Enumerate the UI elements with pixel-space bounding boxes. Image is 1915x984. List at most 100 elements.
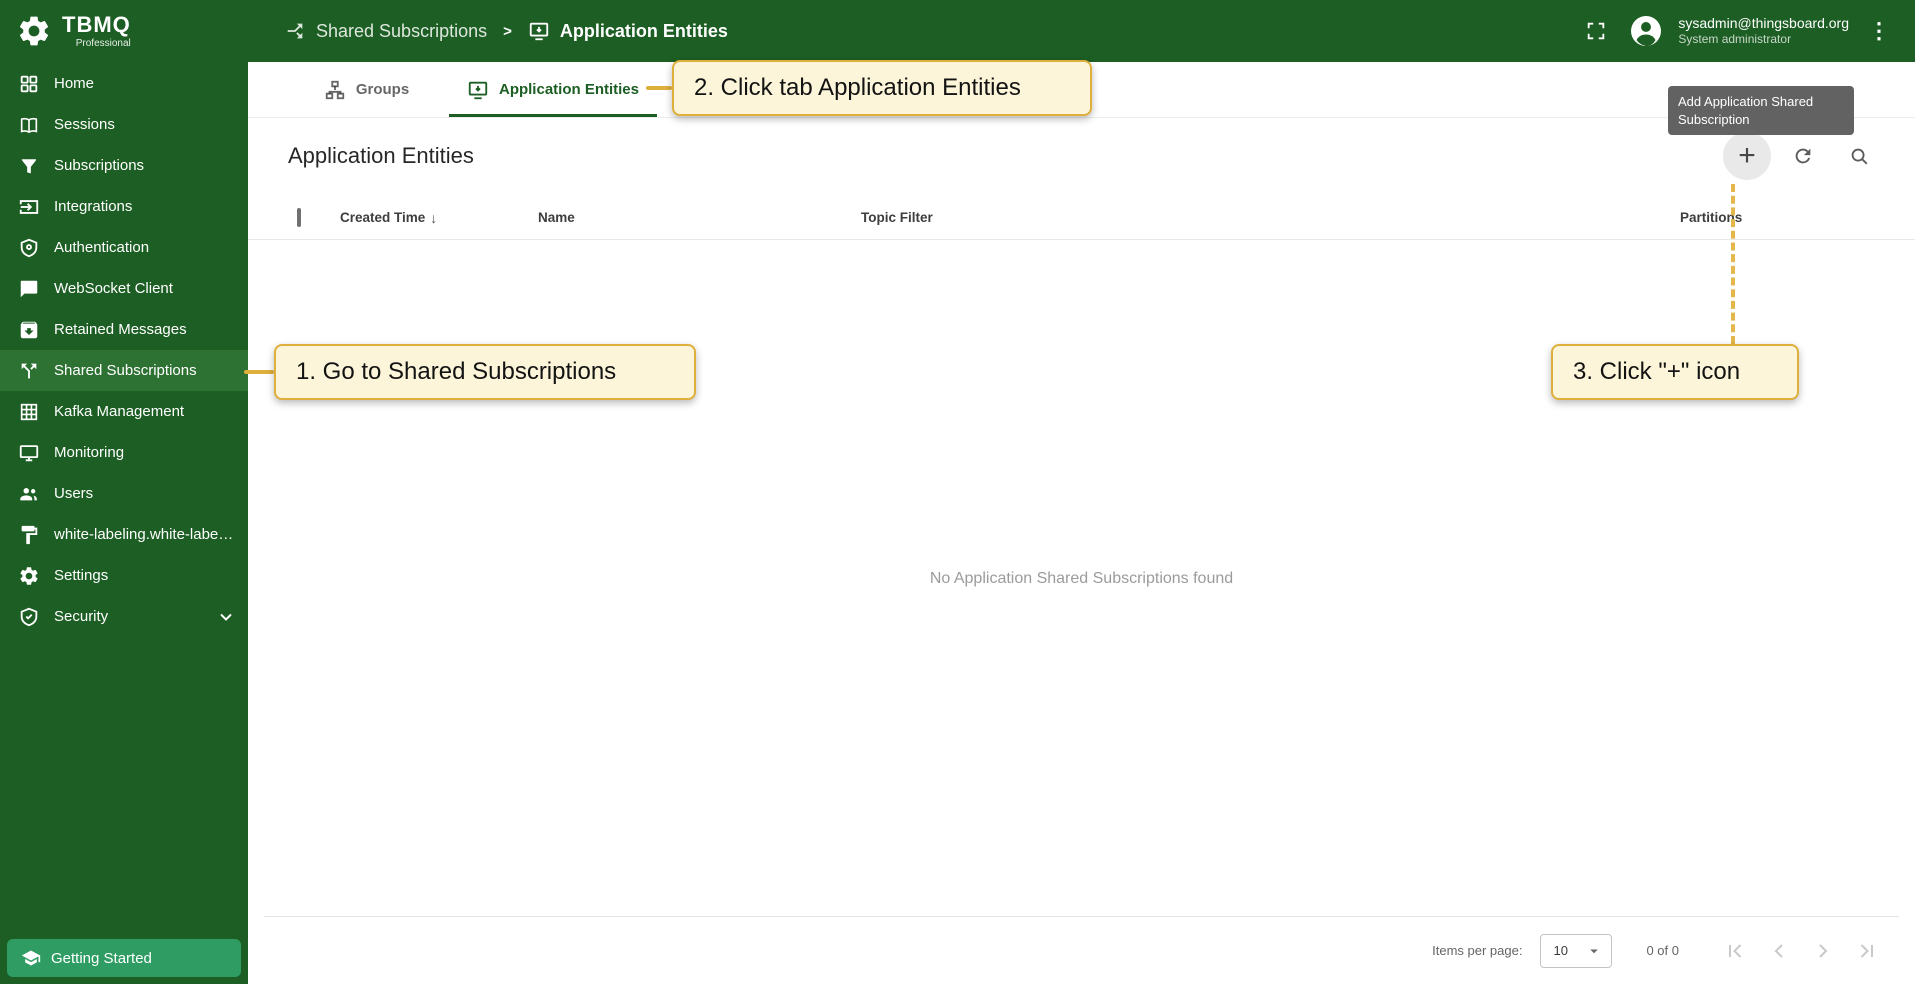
paginator-range: 0 of 0 [1646,943,1679,958]
last-page-icon[interactable] [1845,929,1889,973]
logo-subtitle: Professional [62,38,131,49]
page-title: Application Entities [288,143,474,169]
tab-application-entities[interactable]: Application Entities [449,62,657,117]
sidebar-item-label: Security [54,608,108,625]
sidebar-item-label: WebSocket Client [54,280,173,297]
sidebar-item-label: Kafka Management [54,403,184,420]
sidebar-item-security[interactable]: Security [0,596,248,637]
groups-tree-icon [324,79,346,101]
user-email: sysadmin@thingsboard.org [1678,14,1849,32]
column-partitions[interactable]: Partitions [1680,210,1915,225]
select-all-checkbox[interactable] [297,208,301,227]
breadcrumb-parent-label: Shared Subscriptions [316,21,487,42]
chevron-down-icon [1585,942,1603,960]
sidebar-item-label: Settings [54,567,108,584]
user-role: System administrator [1678,32,1849,48]
empty-table-message: No Application Shared Subscriptions foun… [248,570,1915,588]
sidebar-item-subscriptions[interactable]: Subscriptions [0,145,248,186]
settings-gear-icon [18,565,40,587]
sidebar-item-label: Shared Subscriptions [54,362,197,379]
sidebar-item-label: Subscriptions [54,157,144,174]
previous-page-icon[interactable] [1757,929,1801,973]
more-vert-icon[interactable]: ⋮ [1867,18,1891,44]
authentication-shield-icon [18,237,40,259]
subscriptions-filter-icon [18,155,40,177]
plus-icon: + [1738,141,1756,171]
header-actions: sysadmin@thingsboard.org System administ… [1578,13,1891,49]
home-icon [18,73,40,95]
tab-groups[interactable]: Groups [284,62,449,117]
users-icon [18,483,40,505]
page-size-value: 10 [1553,943,1567,958]
fullscreen-icon[interactable] [1578,13,1614,49]
breadcrumb-parent[interactable]: Shared Subscriptions [284,20,487,42]
table-paginator: Items per page: 10 0 of 0 [264,916,1899,984]
sidebar-item-websocket-client[interactable]: WebSocket Client [0,268,248,309]
annotation-connector-step3 [1731,184,1735,344]
annotation-step3: 3. Click "+" icon [1551,344,1799,400]
chevron-down-icon [216,607,236,627]
select-all-cell [297,210,340,225]
next-page-icon[interactable] [1801,929,1845,973]
breadcrumb: Shared Subscriptions > Application Entit… [284,20,728,42]
add-entity-button[interactable]: + [1723,132,1771,180]
sidebar-item-authentication[interactable]: Authentication [0,227,248,268]
sidebar-item-retained-messages[interactable]: Retained Messages [0,309,248,350]
search-icon [1848,145,1870,167]
tab-application-entities-label: Application Entities [499,81,639,98]
column-name[interactable]: Name [538,210,861,225]
logo-title: TBMQ [62,14,131,36]
sidebar-item-settings[interactable]: Settings [0,555,248,596]
paginator-buttons [1713,929,1889,973]
sidebar-item-label: Integrations [54,198,132,215]
getting-started-label: Getting Started [51,950,152,967]
first-page-icon[interactable] [1713,929,1757,973]
sidebar-item-kafka-management[interactable]: Kafka Management [0,391,248,432]
add-button-tooltip: Add Application Shared Subscription [1668,86,1854,135]
integrations-icon [18,196,40,218]
breadcrumb-separator: > [503,23,512,40]
app-logo[interactable]: TBMQ Professional [0,0,248,62]
table-actions: + [1723,132,1883,180]
sidebar-item-users[interactable]: Users [0,473,248,514]
security-shield-icon [18,606,40,628]
items-per-page-label: Items per page: [1432,943,1522,958]
sessions-icon [18,114,40,136]
annotation-step1: 1. Go to Shared Subscriptions [274,344,696,400]
sidebar-item-monitoring[interactable]: Monitoring [0,432,248,473]
page-size-select[interactable]: 10 [1540,934,1612,968]
sidebar-item-label: Retained Messages [54,321,187,338]
websocket-chat-icon [18,278,40,300]
sidebar-item-sessions[interactable]: Sessions [0,104,248,145]
getting-started-button[interactable]: Getting Started [7,939,241,977]
breadcrumb-current: Application Entities [528,20,728,42]
retained-messages-archive-icon [18,319,40,341]
sidebar-item-label: Users [54,485,93,502]
white-labeling-paint-icon [18,524,40,546]
user-info: sysadmin@thingsboard.org System administ… [1678,14,1849,48]
application-entities-icon [467,79,489,101]
table-header-row: Created Time ↓ Name Topic Filter Partiti… [248,196,1915,240]
sidebar-item-label: Authentication [54,239,149,256]
top-header: Shared Subscriptions > Application Entit… [248,0,1915,62]
annotation-step2: 2. Click tab Application Entities [672,60,1092,116]
shared-subscriptions-split-icon [284,20,306,42]
annotation-connector-step2 [646,86,672,90]
tbmq-logo-icon [16,13,52,49]
shared-subscriptions-split-icon [18,360,40,382]
content-title-row: Application Entities + [248,118,1915,194]
sidebar-item-shared-subscriptions[interactable]: Shared Subscriptions [0,350,248,391]
user-avatar[interactable] [1628,13,1664,49]
tab-groups-label: Groups [356,81,409,98]
search-button[interactable] [1835,132,1883,180]
sidebar-item-label: Home [54,75,94,92]
column-topic-filter[interactable]: Topic Filter [861,210,1680,225]
annotation-connector-step1 [244,370,274,374]
refresh-icon [1792,145,1814,167]
sidebar-item-home[interactable]: Home [0,63,248,104]
column-created-time[interactable]: Created Time ↓ [340,210,538,226]
sidebar-item-integrations[interactable]: Integrations [0,186,248,227]
refresh-button[interactable] [1779,132,1827,180]
sidebar-item-white-labeling[interactable]: white-labeling.white-labeli… [0,514,248,555]
kafka-grid-icon [18,401,40,423]
